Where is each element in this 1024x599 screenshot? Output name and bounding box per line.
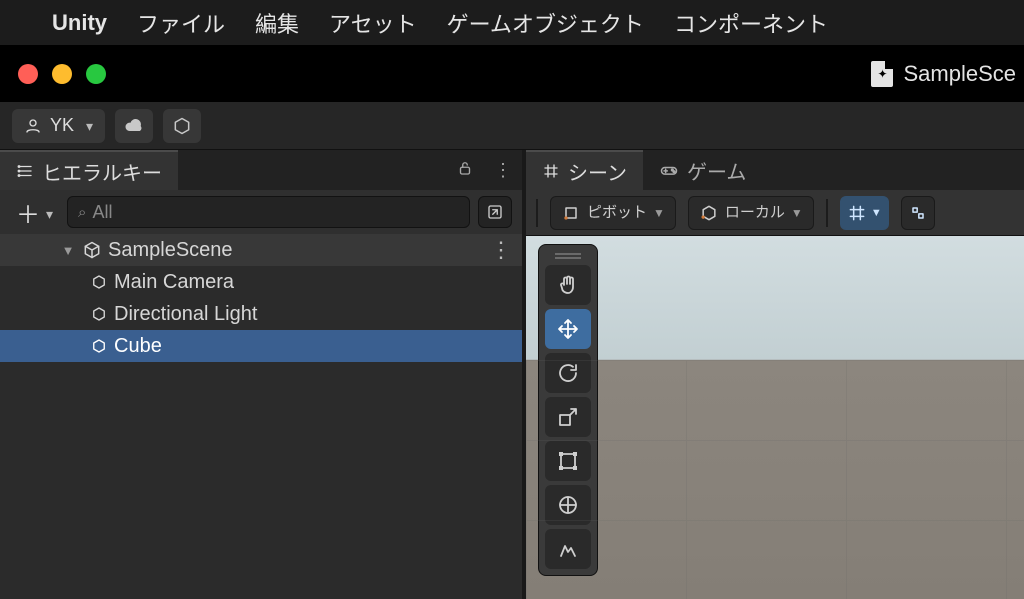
- hierarchy-tabs: ヒエラルキー ⋮: [0, 150, 522, 190]
- chevron-down-icon: ▼: [871, 207, 882, 219]
- rotate-tool[interactable]: [545, 353, 591, 393]
- scene-tool-column: [538, 244, 598, 576]
- gameobject-icon: [90, 305, 108, 323]
- plus-icon: ＋: [16, 195, 40, 230]
- window-minimize-button[interactable]: [52, 64, 72, 84]
- hierarchy-panel: ヒエラルキー ⋮ ＋ ⌕ All: [0, 150, 526, 599]
- pivot-mode-dropdown[interactable]: ピボット ▼: [550, 196, 676, 230]
- cloud-button[interactable]: [115, 109, 153, 143]
- window-close-button[interactable]: [18, 64, 38, 84]
- unlock-icon[interactable]: [446, 159, 484, 182]
- scene-grid-icon: [542, 162, 560, 180]
- menubar-item-assets[interactable]: アセット: [329, 7, 417, 39]
- game-tab-label: ゲーム: [687, 156, 746, 185]
- titlebar-scene-file: SampleSce: [871, 61, 1016, 87]
- chevron-down-icon: [42, 198, 53, 226]
- account-label: YK: [50, 115, 74, 136]
- hierarchy-item-cube[interactable]: Cube: [0, 330, 522, 362]
- menubar-item-gameobject[interactable]: ゲームオブジェクト: [447, 7, 644, 39]
- hierarchy-search-input[interactable]: ⌕ All: [67, 196, 470, 228]
- transform-tool[interactable]: [545, 485, 591, 525]
- tab-scene[interactable]: シーン: [526, 150, 643, 190]
- hand-icon: [556, 273, 580, 297]
- rotate-icon: [556, 361, 580, 385]
- rect-icon: [556, 449, 580, 473]
- move-icon: [556, 317, 580, 341]
- chevron-down-icon: ▼: [791, 206, 803, 220]
- scale-icon: [556, 405, 580, 429]
- unity-scene-icon: [82, 240, 102, 260]
- scene-toolbar: ピボット ▼ ローカル ▼ ▼: [526, 190, 1024, 236]
- menubar-item-file[interactable]: ファイル: [137, 7, 225, 39]
- chevron-down-icon: ▼: [653, 206, 665, 220]
- gameobject-icon: [90, 273, 108, 291]
- main-split: ヒエラルキー ⋮ ＋ ⌕ All: [0, 150, 1024, 599]
- scene-file-name: SampleSce: [903, 61, 1016, 87]
- create-button[interactable]: ＋: [10, 195, 59, 230]
- tab-hierarchy[interactable]: ヒエラルキー: [0, 150, 178, 190]
- hand-tool[interactable]: [545, 265, 591, 305]
- move-tool[interactable]: [545, 309, 591, 349]
- gamepad-icon: [659, 160, 679, 180]
- item-label: Directional Light: [114, 303, 257, 326]
- hierarchy-tab-label: ヒエラルキー: [42, 157, 162, 186]
- main-window: SampleSce YK ヒエラルキー: [0, 46, 1024, 599]
- package-manager-button[interactable]: [163, 109, 201, 143]
- scene-tab-label: シーン: [568, 157, 627, 186]
- tab-game[interactable]: ゲーム: [643, 150, 762, 190]
- scene-context-button[interactable]: ⋮: [490, 237, 512, 263]
- expand-caret-icon[interactable]: ▼: [60, 243, 76, 258]
- search-scope-button[interactable]: [478, 196, 512, 228]
- snap-settings-button[interactable]: [901, 196, 935, 230]
- hierarchy-item-main-camera[interactable]: Main Camera: [0, 266, 522, 298]
- space-mode-dropdown[interactable]: ローカル ▼: [688, 196, 814, 230]
- user-icon: [24, 117, 42, 135]
- custom-tool[interactable]: [545, 529, 591, 569]
- window-controls: [18, 64, 106, 84]
- scene-viewport[interactable]: [526, 236, 1024, 599]
- scene-tabs: シーン ゲーム: [526, 150, 1024, 190]
- editor-tool-icon: [556, 537, 580, 561]
- menubar-app-name[interactable]: Unity: [52, 10, 107, 36]
- pivot-icon: [561, 203, 581, 223]
- hexagon-icon: [172, 116, 192, 136]
- grid-icon: [847, 203, 867, 223]
- divider: [536, 199, 538, 227]
- menubar-item-component[interactable]: コンポーネント: [674, 7, 828, 39]
- hierarchy-toolbar: ＋ ⌕ All: [0, 190, 522, 234]
- drag-grip-icon[interactable]: [555, 253, 581, 259]
- window-zoom-button[interactable]: [86, 64, 106, 84]
- window-titlebar: SampleSce: [0, 46, 1024, 102]
- pivot-label: ピボット: [587, 205, 647, 220]
- space-label: ローカル: [725, 205, 785, 220]
- grid-snap-toggle[interactable]: ▼: [840, 196, 889, 230]
- menubar-item-edit[interactable]: 編集: [255, 7, 299, 39]
- gameobject-icon: [90, 337, 108, 355]
- hierarchy-icon: [16, 162, 34, 180]
- panel-menu-button[interactable]: ⋮: [484, 160, 522, 181]
- rect-tool[interactable]: [545, 441, 591, 481]
- local-space-icon: [699, 203, 719, 223]
- chevron-down-icon: [82, 115, 93, 136]
- search-icon: ⌕: [78, 204, 86, 221]
- expand-icon: [486, 203, 504, 221]
- editor-toolbar: YK: [0, 102, 1024, 150]
- item-label: Main Camera: [114, 271, 234, 294]
- transform-combo-icon: [556, 493, 580, 517]
- search-placeholder: All: [92, 202, 112, 223]
- scene-name: SampleScene: [108, 239, 233, 262]
- item-label: Cube: [114, 335, 162, 358]
- snap-icon: [908, 203, 928, 223]
- cloud-icon: [124, 116, 144, 136]
- divider: [826, 199, 828, 227]
- scale-tool[interactable]: [545, 397, 591, 437]
- scene-panel: シーン ゲーム ピボット ▼ ローカル ▼: [526, 150, 1024, 599]
- account-button[interactable]: YK: [12, 109, 105, 143]
- scene-file-icon: [871, 61, 893, 87]
- hierarchy-item-directional-light[interactable]: Directional Light: [0, 298, 522, 330]
- scene-row[interactable]: ▼ SampleScene ⋮: [0, 234, 522, 266]
- hierarchy-tree: ▼ SampleScene ⋮ Main Camera: [0, 234, 522, 599]
- macos-menubar: Unity ファイル 編集 アセット ゲームオブジェクト コンポーネント: [0, 0, 1024, 46]
